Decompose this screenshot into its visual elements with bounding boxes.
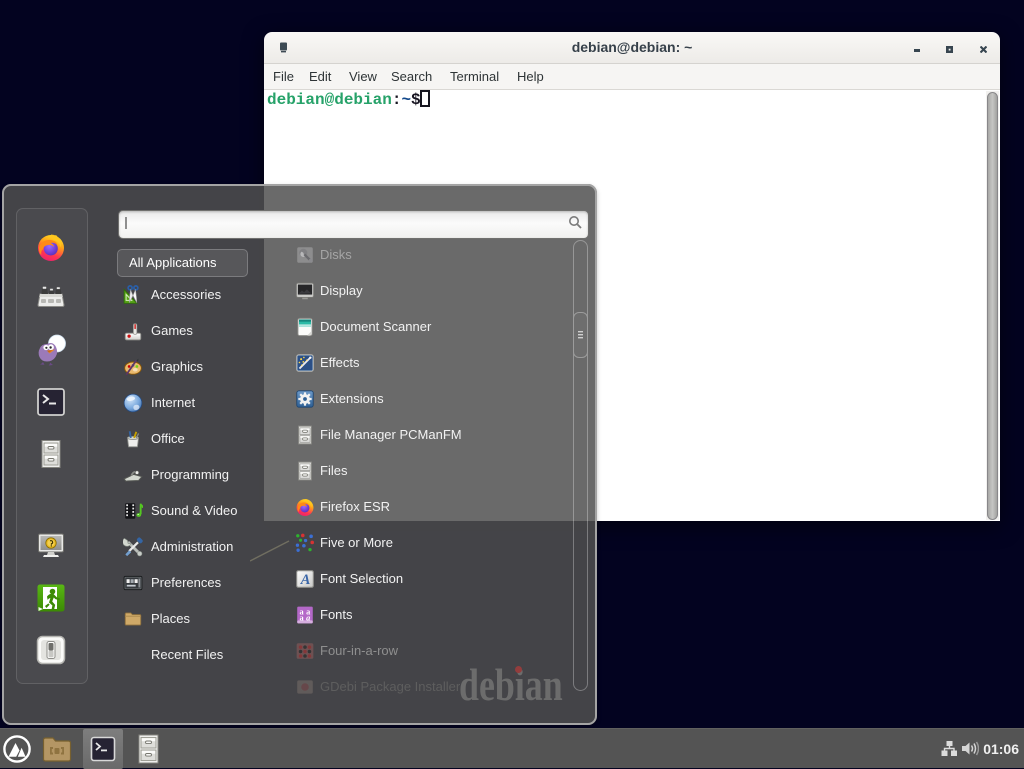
svg-text:A: A [300,572,311,588]
svg-text:a: a [306,613,310,622]
